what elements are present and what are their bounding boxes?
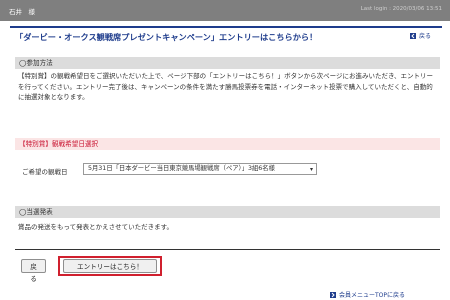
viewing-date-label: ご希望の観戦日 [22,168,68,176]
participation-text: 【特別賞】の観戦希望日をご選択いただいた上で、ページ下部の「エントリーはこちら！… [18,72,434,101]
arrow-icon [330,292,336,298]
back-link[interactable]: 戻る [410,31,431,40]
viewing-date-selected-value: 5月31日「日本ダービー当日東京競馬場観戦席（ペア）」3組6名様 [88,165,275,172]
member-top-link-label: 会員メニューTOPに戻る [339,292,406,299]
announcement-text: 賞品の発送をもって発表とかえさせていただきます。 [18,223,174,231]
last-login-text: Last login : 2020/03/06 13:51 [360,6,442,12]
participation-heading: ◯参加方法 [15,57,440,69]
member-top-link[interactable]: 会員メニューTOPに戻る [330,290,405,299]
entry-button-highlight: エントリーはこちら！ [58,256,162,276]
special-prize-heading: 【特別賞】観戦希望日選択 [15,138,440,150]
user-name: 石井 様 [9,8,35,16]
announcement-heading: ◯当選発表 [15,206,440,218]
chevron-down-icon: ▾ [309,166,313,173]
viewing-date-select[interactable]: 5月31日「日本ダービー当日東京競馬場観戦席（ペア）」3組6名様 ▾ [83,163,317,175]
page-title: 「ダービー・オークス観戦席プレゼントキャンペーン」エントリーはこちらから！ [15,32,318,42]
back-link-label: 戻る [419,33,432,40]
top-bar: 石井 様 Last login : 2020/03/06 13:51 [0,0,450,21]
bottom-divider [15,249,440,250]
back-button[interactable]: 戻る [21,259,46,283]
entry-button[interactable]: エントリーはこちら！ [63,259,157,273]
header-divider [10,26,442,28]
back-arrow-icon [410,33,416,39]
